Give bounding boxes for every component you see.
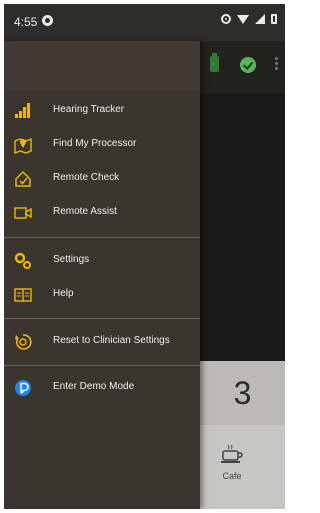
- menu-item-label: Remote Assist: [53, 206, 117, 217]
- status-icons: [221, 14, 277, 24]
- menu-item-remote-assist[interactable]: Remote Assist: [4, 196, 200, 230]
- drawer-group-reset: Reset to Clinician Settings: [4, 319, 200, 365]
- more-options-icon[interactable]: [275, 57, 278, 71]
- menu-item-label: Hearing Tracker: [53, 104, 125, 115]
- navigation-drawer: Hearing Tracker Find My Processor Remote…: [4, 41, 200, 509]
- map-pin-icon: [14, 136, 32, 154]
- book-icon: [14, 286, 32, 304]
- menu-item-enter-demo-mode[interactable]: Enter Demo Mode: [4, 371, 200, 405]
- program-label: Cafe: [222, 471, 242, 481]
- drawer-group-tools: Hearing Tracker Find My Processor Remote…: [4, 91, 200, 237]
- status-ok-icon[interactable]: [240, 57, 256, 73]
- program-number: 3: [200, 361, 285, 425]
- app-notification-icon: [42, 15, 53, 26]
- battery-icon: [271, 14, 277, 24]
- menu-item-settings[interactable]: Settings: [4, 244, 200, 278]
- menu-item-remote-check[interactable]: Remote Check: [4, 162, 200, 196]
- menu-item-help[interactable]: Help: [4, 278, 200, 312]
- app-toolbar: [200, 41, 285, 93]
- video-camera-icon: [14, 204, 32, 222]
- coffee-cup-icon[interactable]: [220, 444, 244, 464]
- eye-icon: [221, 14, 231, 24]
- menu-item-label: Remote Check: [53, 172, 120, 183]
- program-panel: 3 Cafe: [200, 361, 285, 509]
- drawer-group-demo: Enter Demo Mode: [4, 366, 200, 405]
- status-time: 4:55: [14, 15, 38, 29]
- menu-item-label: Enter Demo Mode: [53, 381, 135, 392]
- menu-item-label: Help: [53, 288, 74, 299]
- drawer-group-settings: Settings Help: [4, 238, 200, 318]
- home-check-icon: [14, 170, 32, 188]
- menu-item-label: Reset to Clinician Settings: [53, 335, 170, 346]
- phone-screen: 4:55 3 Cafe Hearing Tracker Find My Proc…: [4, 4, 285, 509]
- gears-icon: [14, 252, 32, 270]
- bar-chart-icon: [14, 102, 32, 120]
- drawer-header: [4, 41, 200, 91]
- processor-battery-icon: [210, 53, 219, 72]
- status-bar: 4:55: [4, 4, 285, 41]
- menu-item-label: Settings: [53, 254, 90, 265]
- reset-icon: [14, 333, 32, 351]
- demo-mode-icon: [14, 379, 32, 397]
- signal-icon: [255, 14, 265, 24]
- menu-item-label: Find My Processor: [53, 138, 137, 149]
- menu-item-find-my-processor[interactable]: Find My Processor: [4, 128, 200, 162]
- menu-item-reset-to-clinician-settings[interactable]: Reset to Clinician Settings: [4, 325, 200, 359]
- menu-item-hearing-tracker[interactable]: Hearing Tracker: [4, 94, 200, 128]
- background-app: 3 Cafe: [200, 41, 285, 509]
- wifi-icon: [237, 14, 249, 24]
